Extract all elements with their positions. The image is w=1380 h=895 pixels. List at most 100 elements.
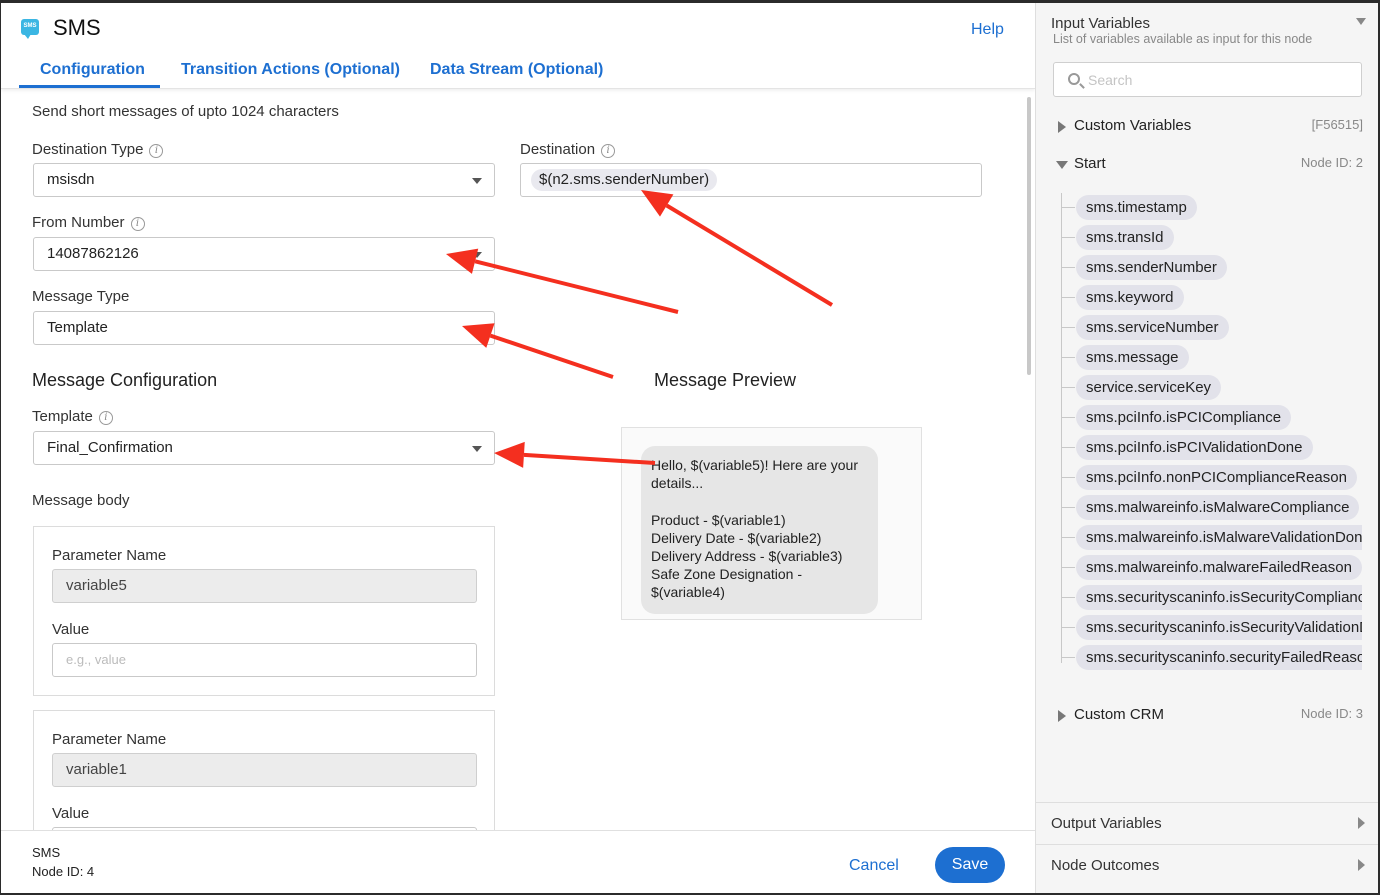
output-variables-section[interactable]: Output Variables: [1051, 815, 1162, 832]
tab-data-stream[interactable]: Data Stream (Optional): [430, 61, 603, 79]
tree-connector-tick: [1061, 657, 1075, 658]
from-number-value: 14087862126: [47, 245, 139, 262]
tree-connector-tick: [1061, 207, 1075, 208]
variable-list: sms.timestamp sms.transId sms.senderNumber…: [1036, 193, 1362, 678]
cancel-button[interactable]: Cancel: [849, 857, 899, 875]
from-number-select[interactable]: 14087862126: [33, 237, 495, 271]
tree-connector-tick: [1061, 297, 1075, 298]
tree-item-meta: Node ID: 3: [1300, 706, 1363, 721]
variable-item: sms.malwareinfo.isMalwareValidationDone: [1061, 523, 1362, 553]
message-preview-bubble: Hello, $(variable5)! Here are your detai…: [641, 446, 878, 614]
template-label-text: Template: [32, 408, 93, 425]
info-icon[interactable]: i: [98, 411, 113, 425]
template-value: Final_Confirmation: [47, 439, 173, 456]
message-configuration-heading: Message Configuration: [32, 370, 218, 390]
message-type-value: Template: [47, 319, 108, 336]
tree-item-custom-variables[interactable]: Custom Variables [F56515]: [1036, 115, 1378, 139]
variable-chip[interactable]: sms.malwareinfo.malwareFailedReason: [1076, 555, 1362, 580]
message-body-label: Message body: [32, 492, 130, 509]
variable-chip[interactable]: sms.securityscaninfo.isSecurityComplianc…: [1076, 585, 1362, 610]
variable-chip[interactable]: sms.securityscaninfo.securityFailedReaso…: [1076, 645, 1362, 670]
tree-connector-tick: [1061, 537, 1075, 538]
variable-chip[interactable]: sms.malwareinfo.isMalwareCompliance: [1076, 495, 1360, 520]
template-label: Template i: [32, 408, 113, 425]
panel-footer: SMS Node ID: 4 Cancel Save: [1, 830, 1035, 893]
tree-connector-tick: [1061, 447, 1075, 448]
divider: [1036, 844, 1378, 845]
help-link[interactable]: Help: [971, 21, 1004, 39]
variable-chip[interactable]: sms.securityscaninfo.isSecurityValidatio…: [1076, 615, 1362, 640]
parameter-card: Parameter Name variable1 Value: [33, 710, 495, 861]
tree-item-label: Custom Variables: [1074, 117, 1192, 134]
value-label: Value: [52, 621, 90, 638]
variable-chip[interactable]: sms.pciInfo.nonPCIComplianceReason: [1076, 465, 1357, 490]
info-icon[interactable]: i: [149, 144, 164, 158]
expand-icon: [1058, 710, 1066, 722]
destination-variable-chip[interactable]: $(n2.sms.senderNumber): [531, 169, 718, 191]
node-description: Send short messages of upto 1024 charact…: [32, 103, 339, 120]
tree-connector-tick: [1061, 357, 1075, 358]
tree-item-label: Custom CRM: [1074, 706, 1165, 723]
divider: [1036, 802, 1378, 803]
message-type-label: Message Type: [32, 288, 130, 305]
node-outcomes-section[interactable]: Node Outcomes: [1051, 857, 1159, 874]
parameter-name-field: variable5: [52, 569, 477, 603]
variable-chip[interactable]: sms.serviceNumber: [1076, 315, 1229, 340]
destination-type-select[interactable]: msisdn: [33, 163, 495, 197]
tree-connector-tick: [1061, 597, 1075, 598]
chevron-right-icon[interactable]: [1358, 859, 1365, 871]
tab-configuration[interactable]: Configuration: [40, 61, 145, 79]
footer-node-name: SMS: [32, 845, 61, 860]
search-input[interactable]: Search: [1053, 62, 1362, 97]
tab-transition-actions[interactable]: Transition Actions (Optional): [181, 61, 400, 79]
info-icon[interactable]: i: [130, 217, 145, 231]
parameter-name-label: Parameter Name: [52, 547, 167, 564]
destination-type-label-text: Destination Type: [32, 141, 144, 158]
variable-item: sms.serviceNumber: [1061, 313, 1362, 343]
info-icon[interactable]: i: [601, 144, 616, 158]
tree-connector-tick: [1061, 327, 1075, 328]
destination-type-value: msisdn: [47, 171, 95, 188]
variable-item: sms.malwareinfo.malwareFailedReason: [1061, 553, 1362, 583]
tree-connector-tick: [1061, 237, 1075, 238]
collapse-icon[interactable]: [1356, 18, 1366, 25]
template-select[interactable]: Final_Confirmation: [33, 431, 495, 465]
tree-item-meta: [F56515]: [1311, 117, 1363, 132]
sms-icon: SMS: [21, 19, 39, 39]
parameter-value-input[interactable]: e.g., value: [52, 643, 477, 677]
destination-field[interactable]: $(n2.sms.senderNumber): [520, 163, 982, 197]
variable-chip[interactable]: service.serviceKey: [1076, 375, 1222, 400]
message-type-select[interactable]: Template: [33, 311, 495, 345]
destination-label-text: Destination: [520, 141, 596, 158]
variable-chip[interactable]: sms.malwareinfo.isMalwareValidationDone: [1076, 525, 1362, 550]
variable-chip[interactable]: sms.transId: [1076, 225, 1174, 250]
variable-chip[interactable]: sms.pciInfo.isPCICompliance: [1076, 405, 1292, 430]
variable-item: sms.pciInfo.nonPCIComplianceReason: [1061, 463, 1362, 493]
scrollbar[interactable]: [1027, 97, 1031, 375]
tree-connector-tick: [1061, 627, 1075, 628]
parameter-card: Parameter Name variable5 Value e.g., val…: [33, 526, 495, 696]
variable-item: sms.keyword: [1061, 283, 1362, 313]
tree-connector-tick: [1061, 477, 1075, 478]
tree-item-custom-crm[interactable]: Custom CRM Node ID: 3: [1036, 704, 1378, 728]
chevron-right-icon[interactable]: [1358, 817, 1365, 829]
panel-header: SMS SMS Help Configuration Transition Ac…: [1, 3, 1035, 89]
variable-chip[interactable]: sms.senderNumber: [1076, 255, 1227, 280]
tree-item-start[interactable]: Start Node ID: 2: [1036, 153, 1378, 177]
tree-connector-tick: [1061, 267, 1075, 268]
variable-chip[interactable]: sms.pciInfo.isPCIValidationDone: [1076, 435, 1313, 460]
input-variables-subtitle: List of variables available as input for…: [1053, 32, 1313, 46]
variable-item: sms.pciInfo.isPCICompliance: [1061, 403, 1362, 433]
active-tab-indicator: [19, 85, 160, 88]
save-button[interactable]: Save: [935, 847, 1005, 883]
variable-chip[interactable]: sms.timestamp: [1076, 195, 1197, 220]
tree-connector-tick: [1061, 417, 1075, 418]
chevron-down-icon: [472, 178, 482, 184]
collapse-tree-icon: [1056, 161, 1068, 169]
variable-chip[interactable]: sms.message: [1076, 345, 1189, 370]
variable-item: sms.securityscaninfo.isSecurityComplianc…: [1061, 583, 1362, 613]
chevron-down-icon: [472, 446, 482, 452]
variable-chip[interactable]: sms.keyword: [1076, 285, 1184, 310]
variable-item: sms.transId: [1061, 223, 1362, 253]
configuration-panel: SMS SMS Help Configuration Transition Ac…: [1, 3, 1035, 893]
